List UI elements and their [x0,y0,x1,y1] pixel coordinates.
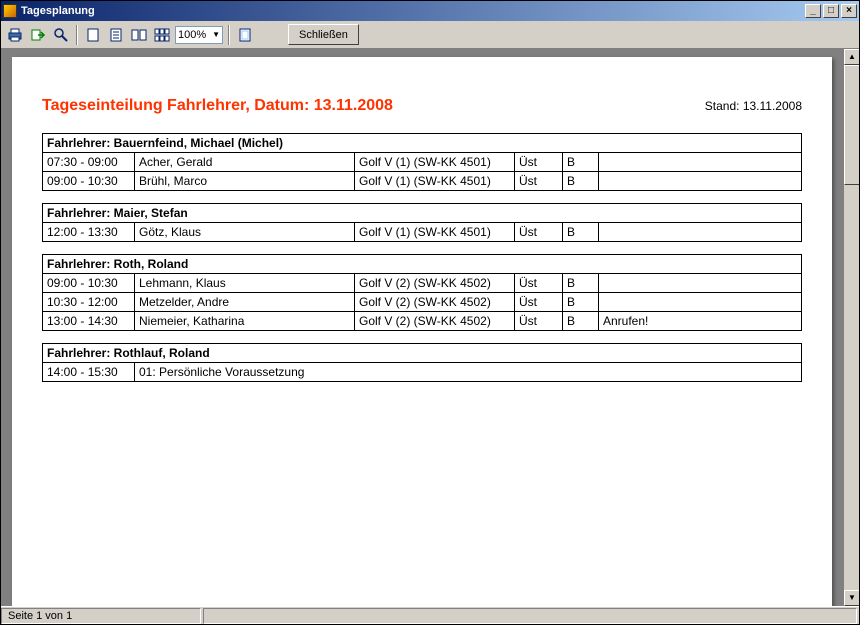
cell-student: Brühl, Marco [135,172,355,191]
cell-note [599,293,802,312]
instructor-header: Fahrlehrer: Roth, Roland [43,255,802,274]
cell-time: 14:00 - 15:30 [43,363,135,382]
zoom-value: 100% [178,29,206,41]
toolbar: 100% ▼ Schließen [1,21,859,49]
cell-note [599,223,802,242]
cell-type: Üst [515,153,563,172]
cell-type: Üst [515,223,563,242]
cell-vehicle: Golf V (2) (SW-KK 4502) [355,312,515,331]
instructor-group: Fahrlehrer: Bauernfeind, Michael (Michel… [42,133,802,191]
maximize-button[interactable]: □ [823,4,839,18]
cell-time: 13:00 - 14:30 [43,312,135,331]
cell-flag: B [563,293,599,312]
cell-time: 09:00 - 10:30 [43,172,135,191]
report-stand: Stand: 13.11.2008 [705,99,802,113]
cell-time: 07:30 - 09:00 [43,153,135,172]
cell-type: Üst [515,312,563,331]
instructor-group: Fahrlehrer: Maier, Stefan12:00 - 13:30Gö… [42,203,802,242]
cell-student: Niemeier, Katharina [135,312,355,331]
two-pages-icon[interactable] [129,25,149,45]
table-row: 09:00 - 10:30Brühl, MarcoGolf V (1) (SW-… [43,172,802,191]
report-page: Tageseinteilung Fahrlehrer, Datum: 13.11… [12,57,832,606]
cell-student: Metzelder, Andre [135,293,355,312]
cell-student: 01: Persönliche Voraussetzung [135,363,802,382]
cell-vehicle: Golf V (2) (SW-KK 4502) [355,293,515,312]
cell-type: Üst [515,293,563,312]
cell-note: Anrufen! [599,312,802,331]
cell-flag: B [563,312,599,331]
table-row: 14:00 - 15:3001: Persönliche Voraussetzu… [43,363,802,382]
page-margins-icon[interactable] [235,25,255,45]
cell-time: 10:30 - 12:00 [43,293,135,312]
chevron-down-icon: ▼ [212,30,220,39]
page-whole-icon[interactable] [83,25,103,45]
instructor-group: Fahrlehrer: Rothlauf, Roland14:00 - 15:3… [42,343,802,382]
app-icon [3,4,17,18]
table-row: 12:00 - 13:30Götz, KlausGolf V (1) (SW-K… [43,223,802,242]
window-titlebar: Tagesplanung _ □ × [1,1,859,21]
print-icon[interactable] [5,25,25,45]
cell-flag: B [563,223,599,242]
instructor-header: Fahrlehrer: Rothlauf, Roland [43,344,802,363]
cell-vehicle: Golf V (1) (SW-KK 4501) [355,153,515,172]
cell-note [599,274,802,293]
close-window-button[interactable]: × [841,4,857,18]
cell-vehicle: Golf V (2) (SW-KK 4502) [355,274,515,293]
toolbar-separator [228,25,230,45]
vertical-scrollbar[interactable]: ▲ ▼ [843,49,859,606]
instructor-group: Fahrlehrer: Roth, Roland09:00 - 10:30Leh… [42,254,802,331]
cell-flag: B [563,153,599,172]
table-row: 10:30 - 12:00Metzelder, AndreGolf V (2) … [43,293,802,312]
cell-note [599,153,802,172]
scroll-thumb[interactable] [844,65,859,185]
cell-student: Lehmann, Klaus [135,274,355,293]
close-button[interactable]: Schließen [288,24,359,45]
export-icon[interactable] [28,25,48,45]
table-row: 07:30 - 09:00Acher, GeraldGolf V (1) (SW… [43,153,802,172]
status-spacer [203,608,857,624]
workspace: Tageseinteilung Fahrlehrer, Datum: 13.11… [1,49,859,606]
scroll-down-button[interactable]: ▼ [844,590,859,606]
page-width-icon[interactable] [106,25,126,45]
cell-student: Götz, Klaus [135,223,355,242]
instructor-header: Fahrlehrer: Bauernfeind, Michael (Michel… [43,134,802,153]
window-title: Tagesplanung [21,5,803,17]
scroll-up-button[interactable]: ▲ [844,49,859,65]
report-heading: Tageseinteilung Fahrlehrer, Datum: 13.11… [42,97,393,115]
cell-time: 09:00 - 10:30 [43,274,135,293]
search-icon[interactable] [51,25,71,45]
instructor-header: Fahrlehrer: Maier, Stefan [43,204,802,223]
cell-type: Üst [515,274,563,293]
cell-note [599,172,802,191]
table-row: 09:00 - 10:30Lehmann, KlausGolf V (2) (S… [43,274,802,293]
multi-pages-icon[interactable] [152,25,172,45]
table-row: 13:00 - 14:30Niemeier, KatharinaGolf V (… [43,312,802,331]
cell-flag: B [563,172,599,191]
cell-flag: B [563,274,599,293]
status-page: Seite 1 von 1 [1,608,201,624]
cell-time: 12:00 - 13:30 [43,223,135,242]
cell-student: Acher, Gerald [135,153,355,172]
cell-type: Üst [515,172,563,191]
statusbar: Seite 1 von 1 [1,606,859,624]
cell-vehicle: Golf V (1) (SW-KK 4501) [355,172,515,191]
minimize-button[interactable]: _ [805,4,821,18]
cell-vehicle: Golf V (1) (SW-KK 4501) [355,223,515,242]
zoom-combo[interactable]: 100% ▼ [175,26,223,44]
page-viewport[interactable]: Tageseinteilung Fahrlehrer, Datum: 13.11… [1,49,843,606]
toolbar-separator [76,25,78,45]
